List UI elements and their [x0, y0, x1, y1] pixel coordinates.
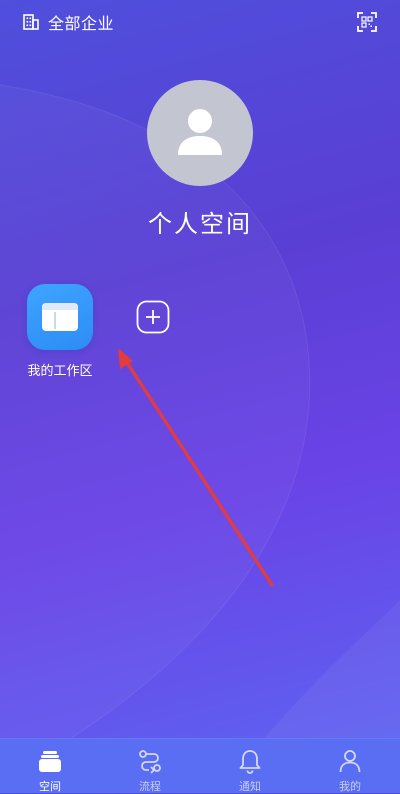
my-workspace-tile[interactable]: 我的工作区	[20, 284, 100, 380]
nav-item-space[interactable]: 空间	[0, 739, 100, 793]
user-avatar[interactable]	[147, 80, 253, 186]
workspace-icon-box	[27, 284, 93, 350]
building-icon	[23, 14, 39, 30]
workspace-label: 我的工作区	[27, 364, 93, 379]
company-label: 全部企业	[48, 14, 115, 33]
top-bar: 全部企业	[0, 0, 400, 44]
space-title: 个人空间	[148, 210, 252, 238]
flow-icon	[139, 750, 161, 774]
plus-circle-icon	[136, 300, 170, 334]
bell-icon	[239, 750, 261, 774]
window-icon	[42, 303, 78, 331]
nav-item-mine[interactable]: 我的	[300, 739, 400, 793]
company-switcher[interactable]: 全部企业	[22, 10, 114, 34]
user-avatar-icon	[178, 109, 222, 155]
scan-button[interactable]	[356, 11, 378, 33]
bottom-navigation: 空间 流程 通知 我的	[0, 738, 400, 793]
person-icon	[339, 750, 361, 773]
nav-item-flow[interactable]: 流程	[100, 739, 200, 793]
add-workspace-button[interactable]	[136, 300, 170, 334]
nav-item-notifications[interactable]: 通知	[200, 739, 300, 793]
space-icon	[39, 751, 61, 772]
scan-icon	[357, 12, 377, 32]
